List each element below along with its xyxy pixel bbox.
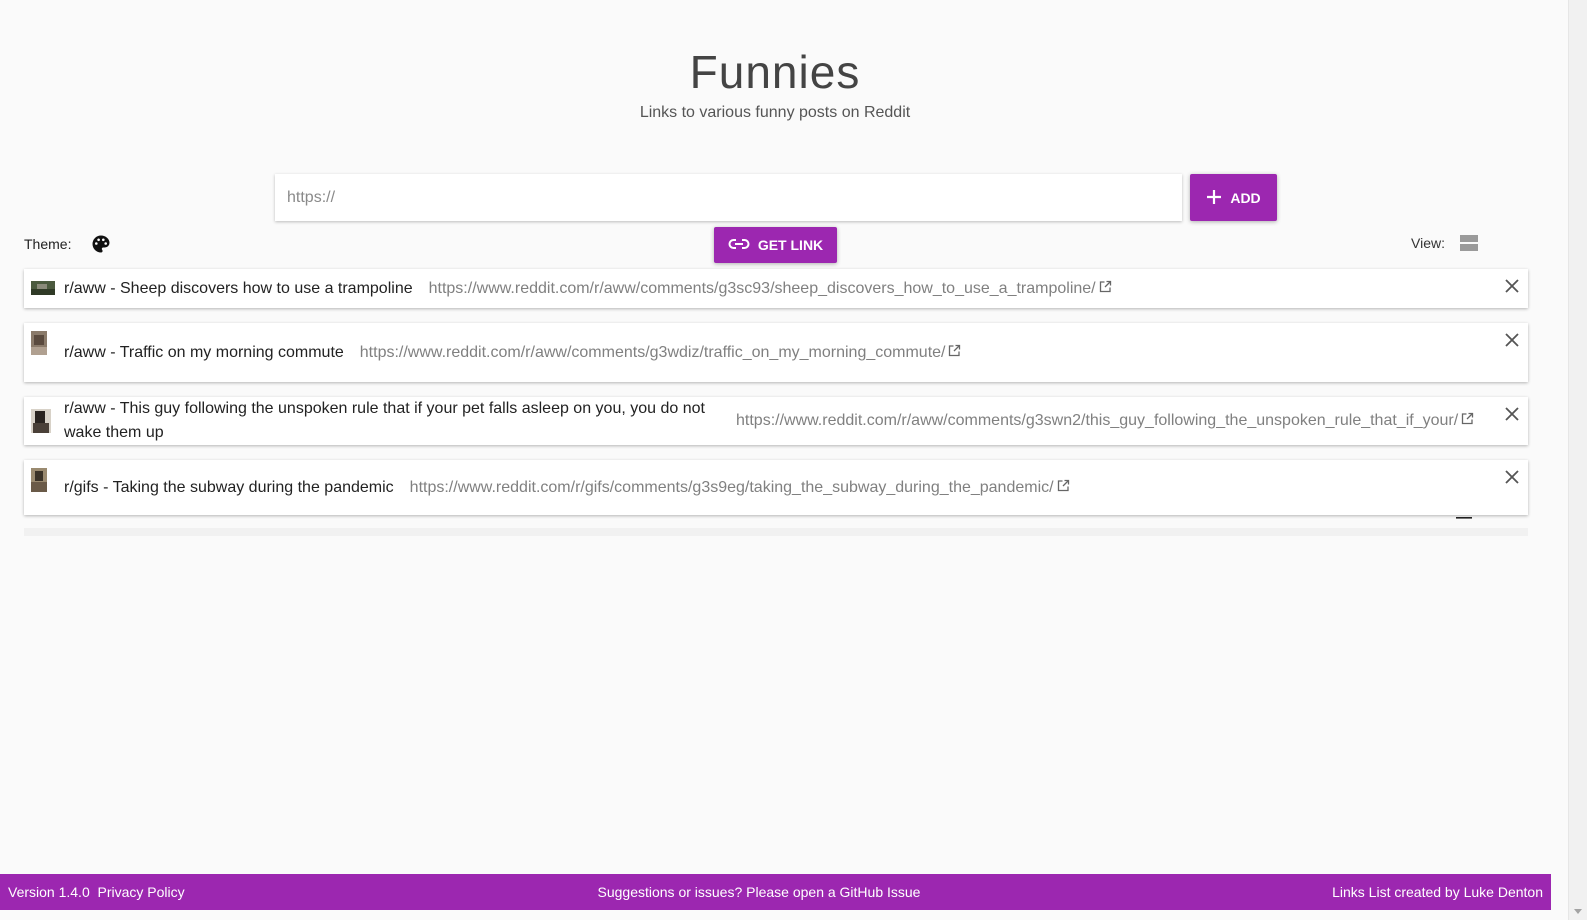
link-icon bbox=[728, 237, 750, 253]
url-input[interactable] bbox=[275, 174, 1182, 221]
plus-icon bbox=[1206, 188, 1222, 208]
vertical-scrollbar[interactable] bbox=[1568, 0, 1587, 920]
remove-link-button[interactable] bbox=[1504, 469, 1520, 485]
theme-selector: Theme: bbox=[24, 234, 111, 254]
external-link-icon bbox=[1461, 412, 1474, 430]
link-url[interactable]: https://www.reddit.com/r/aww/comments/g3… bbox=[360, 344, 962, 362]
get-link-label: GET LINK bbox=[757, 237, 824, 253]
external-link-icon bbox=[1057, 479, 1070, 497]
link-title: r/aww - Traffic on my morning commute bbox=[64, 343, 344, 361]
external-link-icon bbox=[1099, 280, 1112, 298]
list-item: r/aww - Sheep discovers how to use a tra… bbox=[24, 269, 1528, 308]
thumbnail-image[interactable] bbox=[31, 281, 55, 300]
list-item: r/gifs - Taking the subway during the pa… bbox=[24, 460, 1528, 515]
external-link-icon bbox=[948, 344, 961, 362]
add-button[interactable]: ADD bbox=[1190, 174, 1277, 221]
list-bottom-divider bbox=[24, 528, 1528, 536]
list-item: r/aww - This guy following the unspoken … bbox=[24, 397, 1528, 445]
footer: Version 1.4.0 Privacy Policy Suggestions… bbox=[0, 874, 1551, 910]
view-cards-icon[interactable] bbox=[1459, 234, 1479, 252]
thumbnail-image[interactable] bbox=[31, 331, 47, 360]
link-url[interactable]: https://www.reddit.com/r/aww/comments/g3… bbox=[736, 412, 1474, 430]
link-title: r/aww - Sheep discovers how to use a tra… bbox=[64, 279, 413, 297]
link-title: r/aww - This guy following the unspoken … bbox=[64, 400, 705, 441]
scroll-down-icon[interactable] bbox=[1574, 909, 1582, 914]
palette-icon[interactable] bbox=[91, 234, 111, 254]
get-link-button[interactable]: GET LINK bbox=[714, 227, 837, 263]
add-button-label: ADD bbox=[1230, 189, 1261, 206]
remove-link-button[interactable] bbox=[1504, 278, 1520, 294]
theme-label: Theme: bbox=[24, 236, 72, 252]
remove-link-button[interactable] bbox=[1504, 406, 1520, 422]
author-credit-link[interactable]: Links List created by Luke Denton bbox=[1332, 884, 1543, 900]
thumbnail-image[interactable] bbox=[31, 468, 47, 497]
header: Funnies Links to various funny posts on … bbox=[0, 44, 1550, 122]
page-title: Funnies bbox=[689, 46, 861, 98]
github-issue-link[interactable]: Suggestions or issues? Please open a Git… bbox=[0, 884, 1518, 900]
page: Funnies Links to various funny posts on … bbox=[0, 0, 1568, 920]
view-selector: View: bbox=[1411, 234, 1479, 519]
page-subtitle: Links to various funny posts on Reddit bbox=[639, 104, 911, 121]
links-list: r/aww - Sheep discovers how to use a tra… bbox=[24, 269, 1528, 536]
remove-link-button[interactable] bbox=[1504, 332, 1520, 348]
link-title: r/gifs - Taking the subway during the pa… bbox=[64, 478, 394, 496]
list-item: r/aww - Traffic on my morning commute ht… bbox=[24, 323, 1528, 382]
view-label: View: bbox=[1411, 235, 1445, 251]
link-url[interactable]: https://www.reddit.com/r/gifs/comments/g… bbox=[410, 479, 1070, 497]
thumbnail-image[interactable] bbox=[31, 409, 51, 438]
link-url[interactable]: https://www.reddit.com/r/aww/comments/g3… bbox=[429, 280, 1112, 298]
